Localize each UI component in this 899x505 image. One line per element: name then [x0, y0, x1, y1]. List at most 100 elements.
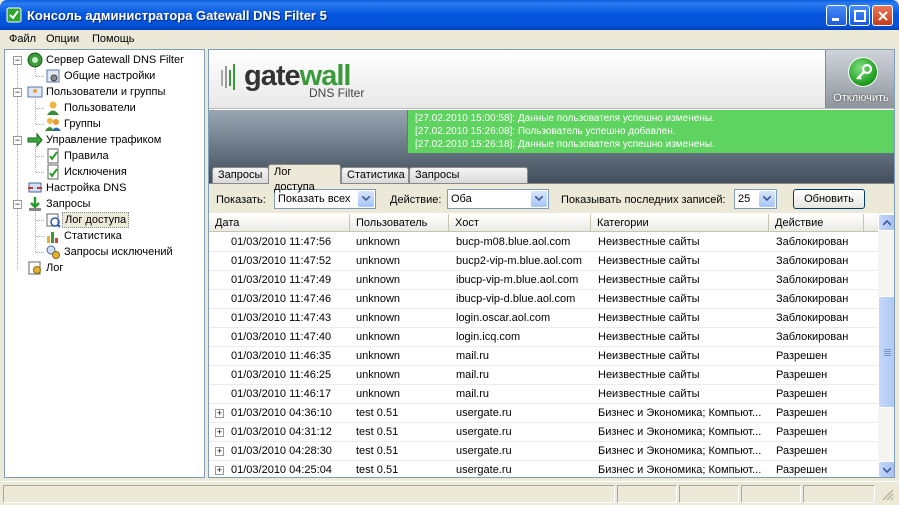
cell-host: usergate.ru	[456, 464, 512, 476]
tab-exception-queries[interactable]: Запросы исключений	[409, 167, 528, 196]
table-row[interactable]: 01/03/2010 11:47:56 unknown bucp-m08.blue.…	[209, 233, 878, 252]
window-title: Консоль администратора Gatewall DNS Filt…	[27, 8, 327, 23]
app-header: gatewall DNS Filter Отключить	[209, 50, 894, 109]
cell-user: unknown	[356, 312, 401, 324]
table-row[interactable]: 01/03/2010 11:47:49 unknown ibucp-vip-m.bl…	[209, 271, 878, 290]
cell-action: Разрешен	[776, 350, 828, 362]
cell-date: 01/03/2010 11:46:17	[231, 388, 332, 400]
action-select[interactable]: Оба	[447, 189, 549, 209]
table-row[interactable]: 01/03/2010 11:47:40 unknown login.icq.com Н…	[209, 328, 878, 347]
maximize-icon	[854, 10, 866, 22]
column-host[interactable]: Хост	[449, 214, 591, 232]
menu-help[interactable]: Помощь	[92, 33, 135, 45]
column-category[interactable]: Категории	[591, 214, 769, 232]
vertical-scrollbar[interactable]	[878, 214, 894, 477]
cell-category: Бизнес и Экономика; Компьют...	[598, 426, 762, 438]
exception-queries-icon	[46, 245, 60, 259]
cell-user: unknown	[356, 331, 401, 343]
resize-grip-icon[interactable]	[882, 489, 894, 501]
cell-host: bucp-m08.blue.aol.com	[456, 236, 571, 248]
tree-collapse-users-groups[interactable]: −	[13, 88, 22, 97]
cell-action: Заблокирован	[776, 293, 849, 305]
tree-collapse-queries[interactable]: −	[13, 200, 22, 209]
status-segment	[617, 485, 677, 503]
group-icon	[45, 118, 61, 131]
cell-action: Разрешен	[776, 445, 828, 457]
column-user[interactable]: Пользователь	[350, 214, 449, 232]
table-row[interactable]: 01/03/2010 11:46:35 unknown mail.ru Неизвес…	[209, 347, 878, 366]
cell-category: Бизнес и Экономика; Компьют...	[598, 464, 762, 476]
table-row[interactable]: +01/03/2010 04:28:30 test 0.51 usergate.ru…	[209, 442, 878, 461]
cell-user: test 0.51	[356, 464, 399, 476]
cell-date: 01/03/2010 04:28:30	[231, 445, 332, 457]
last-records-select[interactable]: 25	[734, 189, 777, 209]
cell-action: Разрешен	[776, 369, 828, 381]
cell-action: Разрешен	[776, 388, 828, 400]
column-action[interactable]: Действие	[769, 214, 864, 232]
cell-category: Неизвестные сайты	[598, 236, 700, 248]
scroll-up-button[interactable]	[878, 214, 894, 231]
status-segment	[803, 485, 875, 503]
close-icon	[878, 11, 888, 21]
cell-host: login.icq.com	[456, 331, 521, 343]
status-message: [27.02.2010 15:26:18]: Данные пользовате…	[415, 139, 715, 150]
tree-collapse-traffic[interactable]: −	[13, 136, 22, 145]
cell-user: unknown	[356, 236, 401, 248]
cell-category: Бизнес и Экономика; Компьют...	[598, 445, 762, 457]
expand-row-icon[interactable]: +	[215, 409, 224, 418]
cell-category: Неизвестные сайты	[598, 293, 700, 305]
column-date[interactable]: Дата	[209, 214, 350, 232]
table-row[interactable]: +01/03/2010 04:25:04 test 0.51 usergate.ru…	[209, 461, 878, 477]
cell-host: usergate.ru	[456, 426, 512, 438]
table-row[interactable]: 01/03/2010 11:47:46 unknown ibucp-vip-d.bl…	[209, 290, 878, 309]
statistics-icon	[47, 232, 58, 243]
users-groups-icon	[27, 86, 43, 98]
cell-action: Заблокирован	[776, 236, 849, 248]
cell-date: 01/03/2010 11:47:43	[231, 312, 332, 324]
chevron-down-icon	[358, 191, 374, 207]
minimize-button[interactable]	[826, 5, 847, 26]
table-row[interactable]: 01/03/2010 11:47:43 unknown login.oscar.ao…	[209, 309, 878, 328]
close-button[interactable]	[872, 5, 893, 26]
log-icon	[28, 261, 41, 275]
cell-action: Заблокирован	[776, 274, 849, 286]
tab-statistics[interactable]: Статистика	[341, 167, 409, 184]
status-segment	[741, 485, 801, 503]
cell-host: bucp2-vip-m.blue.aol.com	[456, 255, 582, 267]
expand-row-icon[interactable]: +	[215, 447, 224, 456]
table-row[interactable]: 01/03/2010 11:47:52 unknown bucp2-vip-m.bl…	[209, 252, 878, 271]
refresh-button[interactable]: Обновить	[793, 189, 865, 209]
cell-host: ibucp-vip-m.blue.aol.com	[456, 274, 579, 286]
status-segment	[679, 485, 739, 503]
table-row[interactable]: 01/03/2010 11:46:25 unknown mail.ru Неизвес…	[209, 366, 878, 385]
menu-file[interactable]: Файл	[9, 33, 36, 45]
scroll-thumb[interactable]	[878, 296, 894, 408]
access-log-table: Дата Пользователь Хост Категории Действи…	[209, 214, 894, 477]
maximize-button[interactable]	[849, 5, 870, 26]
cell-user: unknown	[356, 388, 401, 400]
exceptions-icon	[47, 164, 59, 180]
tab-queries[interactable]: Запросы	[212, 167, 269, 184]
app-icon	[6, 7, 22, 23]
expand-row-icon[interactable]: +	[215, 466, 224, 475]
cell-user: test 0.51	[356, 426, 399, 438]
cell-user: test 0.51	[356, 445, 399, 457]
table-row[interactable]: +01/03/2010 04:36:10 test 0.51 usergate.ru…	[209, 404, 878, 423]
tab-access-log[interactable]: Лог доступа	[268, 164, 341, 193]
title-bar[interactable]: Консоль администратора Gatewall DNS Filt…	[0, 0, 899, 30]
expand-row-icon[interactable]: +	[215, 428, 224, 437]
table-row[interactable]: +01/03/2010 04:31:12 test 0.51 usergate.ru…	[209, 423, 878, 442]
scroll-up-icon	[883, 220, 891, 226]
cell-action: Заблокирован	[776, 331, 849, 343]
table-row[interactable]: 01/03/2010 11:46:17 unknown mail.ru Неизвес…	[209, 385, 878, 404]
status-message: [27.02.2010 15:26:08]: Пользователь успе…	[415, 126, 676, 137]
tree-collapse-root[interactable]: −	[13, 56, 22, 65]
disconnect-button[interactable]: Отключить	[825, 50, 894, 108]
last-records-label: Показывать последних записей:	[561, 194, 726, 206]
rules-icon	[47, 148, 59, 164]
scroll-down-button[interactable]	[878, 461, 894, 477]
minimize-icon	[832, 18, 839, 21]
menu-options[interactable]: Опции	[46, 33, 79, 45]
navigation-tree: − Сервер Gatewall DNS Filter Общие настр…	[4, 49, 205, 478]
settings-icon	[46, 69, 60, 83]
